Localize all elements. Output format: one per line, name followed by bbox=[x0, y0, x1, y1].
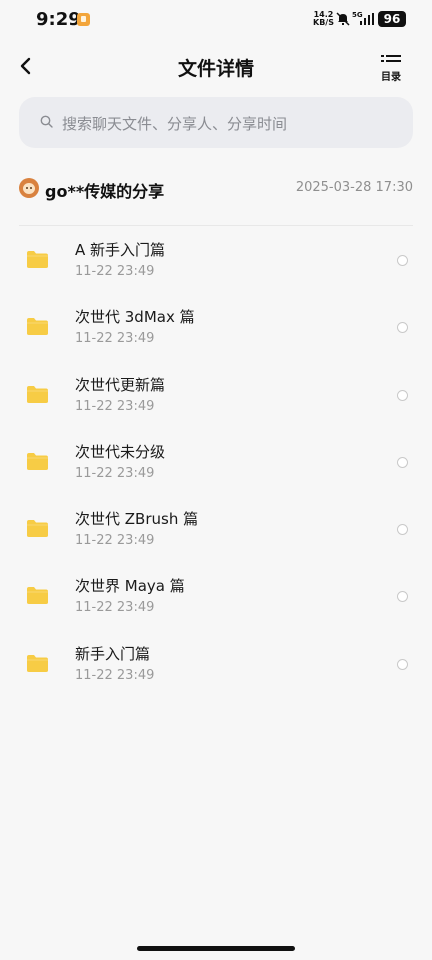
list-item[interactable]: 次世代 ZBrush 篇 11-22 23:49 bbox=[0, 497, 432, 564]
list-item[interactable]: A 新手入门篇 11-22 23:49 bbox=[0, 228, 432, 295]
sharer-name: go**传媒的分享 bbox=[45, 182, 165, 201]
battery-level: 96 bbox=[378, 11, 406, 27]
folder-icon bbox=[27, 452, 48, 470]
file-name: 次世界 Maya 篇 bbox=[75, 577, 185, 596]
file-list: A 新手入门篇 11-22 23:49 次世代 3dMax 篇 11-22 23… bbox=[0, 228, 432, 699]
select-radio[interactable] bbox=[397, 524, 408, 536]
header: 文件详情 目录 bbox=[0, 38, 432, 94]
folder-icon bbox=[27, 385, 48, 403]
home-indicator[interactable] bbox=[137, 946, 295, 951]
file-date: 11-22 23:49 bbox=[75, 398, 155, 414]
list-item[interactable]: 次世界 Maya 篇 11-22 23:49 bbox=[0, 564, 432, 631]
network-speed: 14.2 KB/S bbox=[313, 10, 334, 27]
file-date: 11-22 23:49 bbox=[75, 331, 155, 347]
file-name: 次世代 ZBrush 篇 bbox=[75, 510, 199, 529]
page-title: 文件详情 bbox=[177, 58, 254, 80]
file-name: 次世代 3dMax 篇 bbox=[75, 308, 195, 327]
toc-label: 目录 bbox=[381, 72, 401, 83]
folder-icon bbox=[27, 520, 48, 538]
select-radio[interactable] bbox=[397, 255, 408, 266]
file-date: 11-22 23:49 bbox=[75, 600, 155, 616]
search-placeholder: 搜索聊天文件、分享人、分享时间 bbox=[62, 115, 288, 133]
share-header: go**传媒的分享 2025-03-28 17:30 bbox=[19, 174, 413, 206]
app-notification-icon bbox=[77, 13, 90, 26]
file-date: 11-22 23:49 bbox=[75, 264, 155, 279]
toc-list-icon bbox=[381, 55, 401, 62]
file-name: A 新手入门篇 bbox=[75, 241, 166, 259]
status-time: 9:29 bbox=[36, 9, 81, 30]
file-date: 11-22 23:49 bbox=[75, 465, 155, 481]
search-icon bbox=[40, 115, 53, 128]
toc-button[interactable]: 目录 bbox=[378, 54, 404, 83]
list-item[interactable]: 次世代更新篇 11-22 23:49 bbox=[0, 363, 432, 430]
list-item[interactable]: 次世代 3dMax 篇 11-22 23:49 bbox=[0, 295, 432, 362]
file-name: 新手入门篇 bbox=[75, 644, 151, 663]
select-radio[interactable] bbox=[397, 456, 408, 468]
select-radio[interactable] bbox=[397, 658, 408, 670]
folder-icon bbox=[27, 587, 48, 605]
file-name: 次世代未分级 bbox=[75, 442, 166, 461]
divider bbox=[19, 225, 413, 226]
status-bar: 9:29 14.2 KB/S 5G 96 bbox=[0, 0, 432, 38]
file-date: 11-22 23:49 bbox=[75, 667, 155, 683]
select-radio[interactable] bbox=[397, 591, 408, 603]
folder-icon bbox=[27, 251, 48, 268]
share-time: 2025-03-28 17:30 bbox=[295, 180, 413, 195]
list-item[interactable]: 新手入门篇 11-22 23:49 bbox=[0, 632, 432, 699]
folder-icon bbox=[27, 654, 48, 672]
search-input[interactable]: 搜索聊天文件、分享人、分享时间 bbox=[19, 97, 413, 148]
file-name: 次世代更新篇 bbox=[75, 375, 166, 394]
select-radio[interactable] bbox=[397, 389, 408, 401]
signal-icon bbox=[360, 13, 374, 25]
avatar[interactable] bbox=[19, 178, 39, 198]
list-item[interactable]: 次世代未分级 11-22 23:49 bbox=[0, 430, 432, 497]
select-radio[interactable] bbox=[397, 322, 408, 334]
mute-icon bbox=[336, 12, 350, 26]
folder-icon bbox=[27, 318, 48, 336]
file-date: 11-22 23:49 bbox=[75, 533, 155, 549]
